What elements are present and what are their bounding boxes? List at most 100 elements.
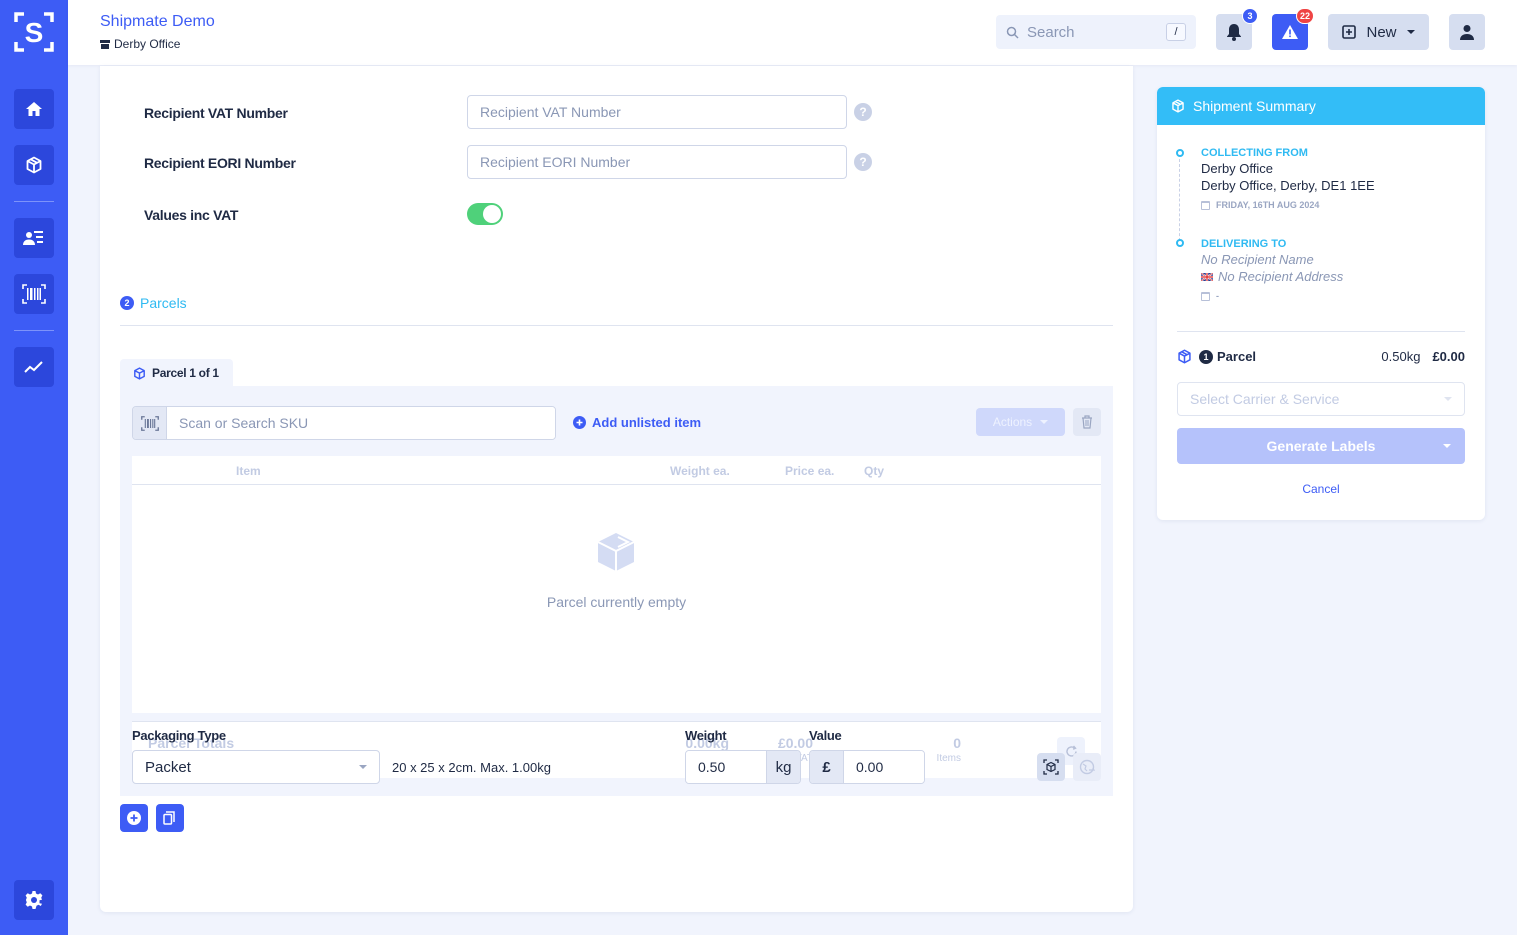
- value-input[interactable]: [844, 751, 924, 783]
- shipment-form-card: Recipient VAT Number ? Recipient EORI Nu…: [100, 66, 1133, 912]
- parcel-panel: Add unlisted item Actions Item Weight ea…: [120, 386, 1113, 796]
- timeline-dot: [1176, 149, 1184, 157]
- summary-title: Shipment Summary: [1193, 98, 1316, 114]
- sidebar-item-home[interactable]: [14, 89, 54, 129]
- packaging-type-value: Packet: [145, 758, 191, 776]
- parcel-tab-label: Parcel 1 of 1: [152, 366, 219, 380]
- search-shortcut-key: /: [1166, 23, 1186, 41]
- column-header-price: Price ea.: [785, 464, 835, 478]
- carrier-service-select[interactable]: Select Carrier & Service: [1177, 382, 1465, 416]
- search-icon: [1006, 26, 1019, 39]
- customs-globe-button[interactable]: [1073, 753, 1101, 781]
- box-icon: [26, 156, 42, 174]
- new-button-label: New: [1366, 23, 1397, 41]
- currency-symbol: £: [810, 751, 844, 783]
- collecting-name: Derby Office: [1201, 161, 1274, 176]
- parcel-summary-value: £0.00: [1432, 349, 1465, 364]
- values-inc-vat-label: Values inc VAT: [144, 207, 239, 223]
- parcel-summary-weight: 0.50kg: [1381, 349, 1421, 364]
- box-scan-icon: [1043, 759, 1059, 775]
- step-number: 2: [120, 296, 134, 310]
- generate-labels-button[interactable]: Generate Labels: [1177, 428, 1465, 464]
- weight-input[interactable]: [686, 751, 766, 783]
- duplicate-parcel-button[interactable]: [156, 804, 184, 832]
- sidebar-item-contacts[interactable]: [14, 218, 54, 258]
- generate-labels-label: Generate Labels: [1266, 438, 1376, 454]
- packaging-type-select[interactable]: Packet: [132, 750, 380, 784]
- box-icon: [134, 366, 145, 380]
- sidebar-item-shipments[interactable]: [14, 145, 54, 185]
- sidebar-item-reports[interactable]: [14, 347, 54, 387]
- actions-dropdown[interactable]: Actions: [976, 408, 1065, 436]
- gear-icon: [25, 891, 43, 909]
- dimension-scan-button[interactable]: [1037, 753, 1065, 781]
- chevron-down-icon: [1040, 420, 1049, 424]
- location-name: Derby Office: [114, 37, 181, 51]
- plus-circle-icon: [127, 811, 141, 825]
- box-icon: [1172, 99, 1184, 113]
- vat-label: Recipient VAT Number: [144, 105, 288, 121]
- section-divider: [120, 325, 1113, 326]
- add-unlisted-item-link[interactable]: Add unlisted item: [573, 415, 701, 430]
- warning-icon: [1282, 25, 1298, 39]
- notifications-button[interactable]: 3: [1216, 8, 1258, 50]
- tab-parcel-1[interactable]: Parcel 1 of 1: [120, 359, 233, 387]
- user-menu-button[interactable]: [1449, 14, 1485, 50]
- shipmate-logo[interactable]: S: [14, 12, 54, 52]
- column-header-item: Item: [236, 464, 261, 478]
- column-header-weight: Weight ea.: [670, 464, 730, 478]
- sidebar-item-settings[interactable]: [14, 880, 54, 920]
- delete-parcel-button[interactable]: [1073, 408, 1101, 436]
- packaging-type-label: Packaging Type: [132, 728, 226, 743]
- summary-divider: [1177, 331, 1465, 332]
- alerts-badge: 22: [1295, 8, 1314, 24]
- search-placeholder: Search: [1027, 23, 1075, 41]
- packaging-dimensions: 20 x 25 x 2cm. Max. 1.00kg: [392, 760, 551, 775]
- search-box[interactable]: Search /: [996, 15, 1196, 49]
- new-button[interactable]: New: [1328, 14, 1429, 50]
- app-title[interactable]: Shipmate Demo: [100, 13, 215, 31]
- sidebar: S: [0, 0, 68, 935]
- help-icon[interactable]: ?: [854, 103, 872, 121]
- chevron-down-icon[interactable]: [1443, 444, 1451, 448]
- bell-icon: [1227, 24, 1241, 41]
- uk-flag-icon: [1201, 272, 1213, 281]
- scan-barcode-button[interactable]: [133, 407, 167, 439]
- total-price: £0.00: [777, 735, 813, 751]
- eori-label: Recipient EORI Number: [144, 155, 296, 171]
- summary-header: Shipment Summary: [1157, 87, 1485, 125]
- section-title-label: Parcels: [140, 295, 187, 311]
- total-qty: 0: [953, 735, 961, 751]
- svg-text:S: S: [25, 17, 44, 48]
- value-label: Value: [809, 728, 842, 743]
- add-parcel-button[interactable]: [120, 804, 148, 832]
- eori-number-input[interactable]: [467, 145, 847, 179]
- parcels-section-title: 2 Parcels: [120, 295, 187, 311]
- values-inc-vat-toggle[interactable]: [467, 203, 503, 225]
- empty-parcel-message: Parcel currently empty: [546, 594, 687, 610]
- recipient-name: No Recipient Name: [1201, 252, 1314, 267]
- cancel-link[interactable]: Cancel: [1157, 482, 1485, 496]
- top-header: Shipmate Demo Derby Office Search / 3 22…: [68, 0, 1517, 65]
- location-label[interactable]: Derby Office: [100, 37, 180, 51]
- vat-number-input[interactable]: [467, 95, 847, 129]
- actions-label: Actions: [992, 415, 1033, 429]
- timeline-dot: [1176, 239, 1184, 247]
- sidebar-divider: [14, 330, 54, 331]
- sidebar-item-scan[interactable]: [14, 274, 54, 314]
- sidebar-divider: [14, 201, 54, 202]
- contact-list-icon: [23, 231, 43, 245]
- parcel-summary-row: 1 Parcel 0.50kg £0.00: [1177, 349, 1465, 364]
- calendar-icon: [1201, 291, 1210, 301]
- shipment-summary-card: Shipment Summary COLLECTING FROM Derby O…: [1157, 87, 1485, 520]
- table-header-divider: [132, 484, 1101, 485]
- parcel-count-badge: 1: [1199, 349, 1213, 364]
- collecting-date: FRIDAY, 16TH AUG 2024: [1216, 200, 1320, 210]
- help-icon[interactable]: ?: [854, 153, 872, 171]
- chevron-down-icon: [1444, 397, 1452, 401]
- sku-search-input[interactable]: [167, 407, 555, 439]
- box-icon: [1178, 349, 1191, 364]
- alerts-button[interactable]: 22: [1272, 8, 1314, 50]
- recipient-address: No Recipient Address: [1218, 269, 1344, 284]
- weight-label: Weight: [685, 728, 727, 743]
